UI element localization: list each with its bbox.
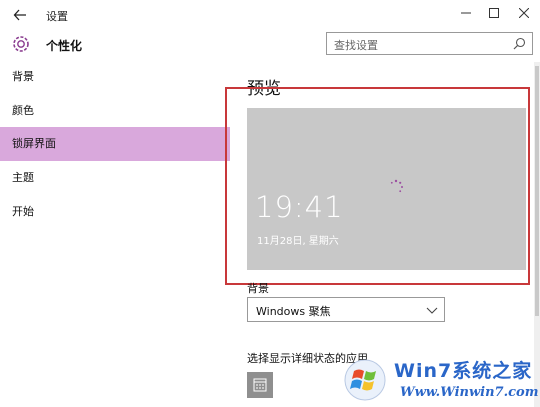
preview-time: 19:41 xyxy=(255,190,344,224)
calendar-icon xyxy=(253,378,267,392)
scrollbar-thumb[interactable] xyxy=(535,66,539,316)
minimize-icon xyxy=(461,12,471,14)
sidebar-item-start[interactable]: 开始 xyxy=(0,195,230,229)
maximize-icon xyxy=(489,8,499,18)
detail-app-button[interactable] xyxy=(247,372,273,398)
sidebar: 背景 颜色 锁屏界面 主题 开始 xyxy=(0,60,230,407)
sidebar-item-colors[interactable]: 颜色 xyxy=(0,94,230,128)
gear-icon xyxy=(13,36,29,52)
search-input[interactable]: 查找设置 xyxy=(326,32,533,55)
sidebar-item-lock-screen[interactable]: 锁屏界面 xyxy=(0,127,230,161)
preview-date: 11月28日, 星期六 xyxy=(257,236,339,247)
sidebar-item-themes[interactable]: 主题 xyxy=(0,161,230,195)
close-icon xyxy=(518,7,530,19)
maximize-button[interactable] xyxy=(483,4,505,24)
watermark-brand: Win7系统之家 xyxy=(394,360,533,382)
chevron-down-icon xyxy=(426,307,438,314)
search-placeholder: 查找设置 xyxy=(334,39,378,52)
preview-heading: 预览 xyxy=(247,79,281,99)
sidebar-item-background[interactable]: 背景 xyxy=(0,60,230,94)
page-header: 个性化 查找设置 xyxy=(0,30,540,60)
loading-spinner-icon xyxy=(390,179,403,193)
back-arrow-icon xyxy=(13,9,26,21)
search-icon[interactable] xyxy=(513,37,526,50)
background-dropdown[interactable]: Windows 聚焦 xyxy=(247,297,445,322)
background-label: 背景 xyxy=(247,282,269,295)
page-title: 个性化 xyxy=(46,39,83,53)
minimize-button[interactable] xyxy=(455,4,477,24)
back-button[interactable] xyxy=(10,5,30,25)
close-button[interactable] xyxy=(513,4,535,24)
windows-logo-icon xyxy=(344,359,386,401)
title-bar: 设置 xyxy=(0,0,540,30)
watermark: Win7系统之家 Www.Winwin7.com xyxy=(340,352,540,407)
background-dropdown-value: Windows 聚焦 xyxy=(256,305,331,318)
watermark-url: Www.Winwin7.com xyxy=(400,385,539,400)
lock-screen-preview: 19:41 11月28日, 星期六 xyxy=(247,108,526,270)
window-title: 设置 xyxy=(46,10,68,23)
